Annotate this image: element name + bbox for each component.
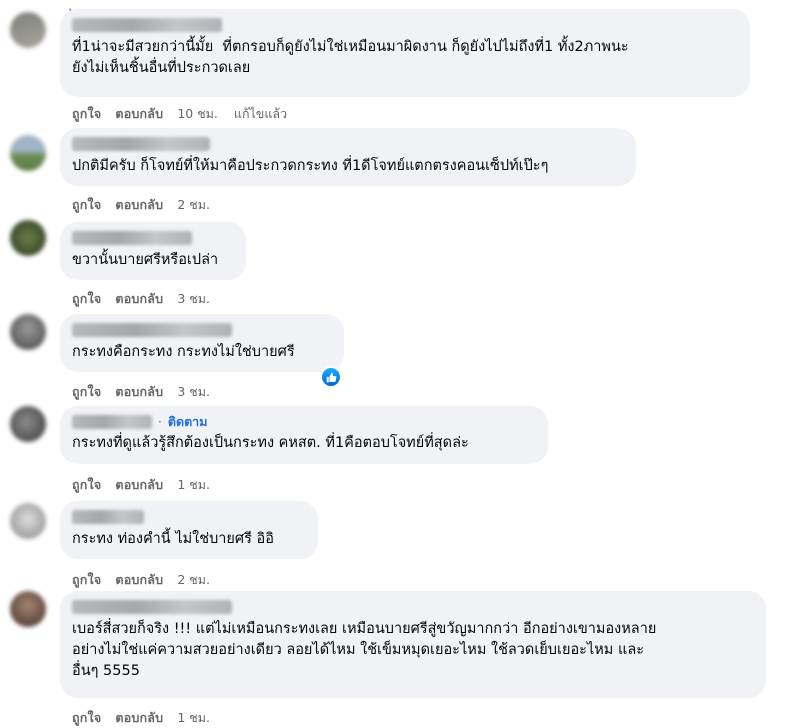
avatar[interactable] bbox=[10, 220, 46, 256]
comment-bubble: กระทงคือกระทง กระทงไม่ใช่บายศรี bbox=[60, 314, 344, 372]
avatar[interactable] bbox=[10, 314, 46, 350]
thumbs-up-icon bbox=[322, 368, 340, 386]
comment-bubble: เบอร์สี่สวยก็จริง !!! แต่ไม่เหมือนกระทงเ… bbox=[60, 591, 766, 698]
like-button[interactable]: ถูกใจ bbox=[72, 104, 101, 124]
comment-text: ที่1น่าจะมีสวยกว่านี้มั้ย ที่ตกรอบก็ดูยั… bbox=[72, 39, 629, 76]
avatar[interactable] bbox=[10, 503, 46, 539]
avatar[interactable] bbox=[10, 406, 46, 442]
reply-button[interactable]: ตอบกลับ bbox=[115, 570, 163, 590]
comment-actions: ถูกใจ ตอบกลับ 3 ชม. bbox=[72, 289, 210, 309]
like-button[interactable]: ถูกใจ bbox=[72, 475, 101, 495]
timestamp[interactable]: 1 ชม. bbox=[177, 475, 210, 495]
comment-actions: ถูกใจ ตอบกลับ 1 ชม. bbox=[72, 708, 210, 728]
like-button[interactable]: ถูกใจ bbox=[72, 289, 101, 309]
separator-dot: · bbox=[158, 415, 162, 429]
follow-link[interactable]: ติดตาม bbox=[168, 412, 208, 432]
edited-label[interactable]: แก้ไขแล้ว bbox=[234, 104, 287, 124]
comment-bubble: ที่1น่าจะมีสวยกว่านี้มั้ย ที่ตกรอบก็ดูยั… bbox=[60, 9, 750, 97]
comment-text: ขวานั้นบายศรีหรือเปล่า bbox=[72, 252, 219, 268]
like-button[interactable]: ถูกใจ bbox=[72, 708, 101, 728]
timestamp[interactable]: 3 ชม. bbox=[177, 289, 210, 309]
like-button[interactable]: ถูกใจ bbox=[72, 570, 101, 590]
comment-bubble: ปกติมีครับ ก็โจทย์ที่ให้มาคือประกวดกระทง… bbox=[60, 128, 636, 186]
comment-bubble: ขวานั้นบายศรีหรือเปล่า bbox=[60, 222, 246, 280]
comment-thread: ุ ที่1น่าจะมีสวยกว่านี้มั้ย ที่ตกรอบก็ดู… bbox=[0, 0, 800, 728]
comment-text: ปกติมีครับ ก็โจทย์ที่ให้มาคือประกวดกระทง… bbox=[72, 158, 549, 174]
comment-text: กระทงที่ดูแล้วรู้สึกต้องเป็นกระทง คหสต. … bbox=[72, 435, 469, 451]
avatar[interactable] bbox=[10, 591, 46, 627]
author-name-redacted[interactable] bbox=[72, 18, 222, 32]
reply-button[interactable]: ตอบกลับ bbox=[115, 289, 163, 309]
author-name-redacted[interactable] bbox=[72, 600, 232, 614]
comment-actions: ถูกใจ ตอบกลับ 3 ชม. bbox=[72, 382, 210, 402]
comment-bubble: กระทง ท่องคำนี้ ไม่ใช่บายศรี อิอิ bbox=[60, 501, 318, 559]
comment-text: เบอร์สี่สวยก็จริง !!! แต่ไม่เหมือนกระทงเ… bbox=[72, 621, 657, 679]
comment-actions: ถูกใจ ตอบกลับ 1 ชม. bbox=[72, 475, 210, 495]
reply-button[interactable]: ตอบกลับ bbox=[115, 475, 163, 495]
author-name-redacted[interactable] bbox=[72, 415, 152, 429]
timestamp[interactable]: 2 ชม. bbox=[177, 195, 210, 215]
comment-bubble: · ติดตาม กระทงที่ดูแล้วรู้สึกต้องเป็นกระ… bbox=[60, 406, 548, 464]
comment-header: · ติดตาม bbox=[72, 414, 536, 430]
author-name-redacted[interactable] bbox=[72, 137, 210, 151]
comment-text: กระทงคือกระทง กระทงไม่ใช่บายศรี bbox=[72, 344, 295, 360]
timestamp[interactable]: 10 ชม. bbox=[177, 104, 218, 124]
timestamp[interactable]: 1 ชม. bbox=[177, 708, 210, 728]
reply-button[interactable]: ตอบกลับ bbox=[115, 382, 163, 402]
like-button[interactable]: ถูกใจ bbox=[72, 195, 101, 215]
avatar[interactable] bbox=[10, 12, 46, 48]
timestamp[interactable]: 2 ชม. bbox=[177, 570, 210, 590]
comment-text: กระทง ท่องคำนี้ ไม่ใช่บายศรี อิอิ bbox=[72, 531, 274, 547]
comment-actions: ถูกใจ ตอบกลับ 10 ชม. แก้ไขแล้ว bbox=[72, 104, 287, 124]
comment-actions: ถูกใจ ตอบกลับ 2 ชม. bbox=[72, 570, 210, 590]
comment-actions: ถูกใจ ตอบกลับ 2 ชม. bbox=[72, 195, 210, 215]
reply-button[interactable]: ตอบกลับ bbox=[115, 104, 163, 124]
avatar[interactable] bbox=[10, 135, 46, 171]
author-name-redacted[interactable] bbox=[72, 323, 232, 337]
reply-button[interactable]: ตอบกลับ bbox=[115, 708, 163, 728]
author-name-redacted[interactable] bbox=[72, 510, 144, 524]
like-button[interactable]: ถูกใจ bbox=[72, 382, 101, 402]
timestamp[interactable]: 3 ชม. bbox=[177, 382, 210, 402]
like-reaction-badge[interactable] bbox=[320, 366, 342, 388]
author-name-redacted[interactable] bbox=[72, 231, 192, 245]
reply-button[interactable]: ตอบกลับ bbox=[115, 195, 163, 215]
